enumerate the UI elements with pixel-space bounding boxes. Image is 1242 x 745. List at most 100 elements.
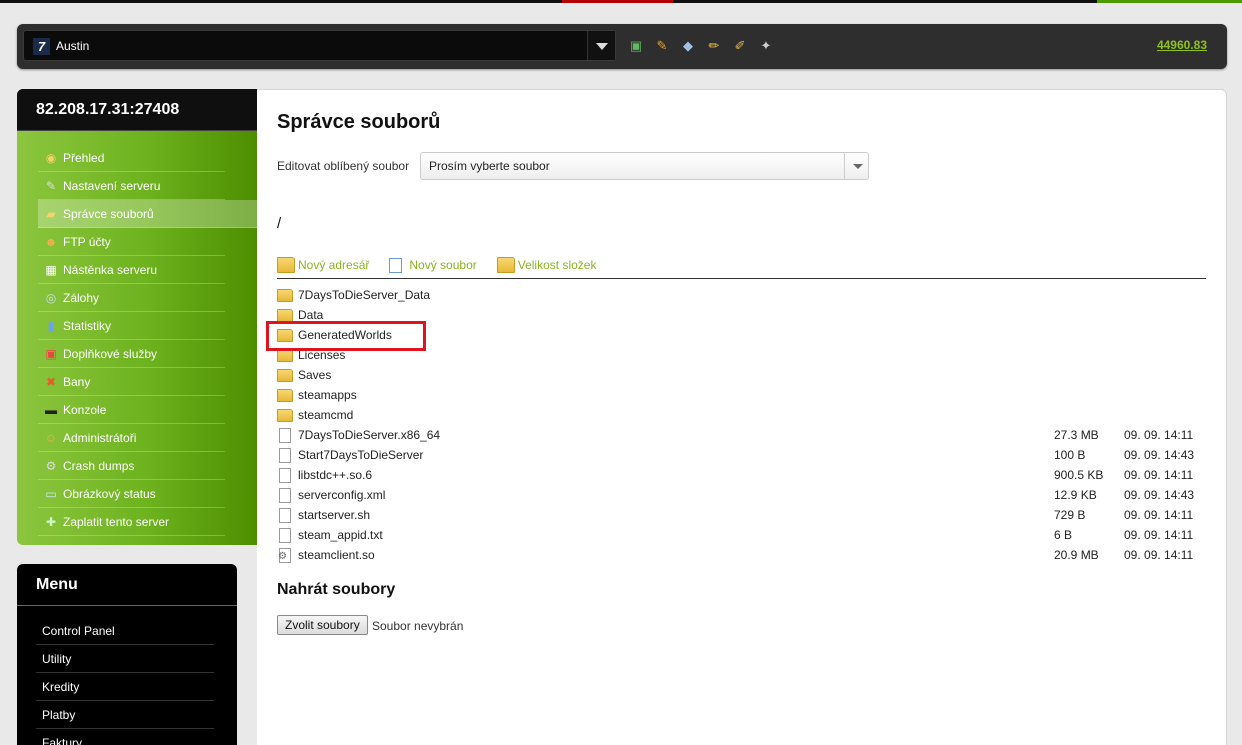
server-select[interactable]: 7 Austin <box>23 30 616 61</box>
current-path: / <box>277 215 282 232</box>
sidebar-item-spravce-souboru[interactable]: ▰ Správce souborů <box>38 200 257 228</box>
server-sidebar: 82.208.17.31:27408 ◉ Přehled ✎ Nastavení s… <box>17 89 257 545</box>
menu-item-control-panel[interactable]: Control Panel <box>36 617 214 645</box>
sidebar-item-crash-dumps[interactable]: ⚙ Crash dumps <box>38 452 225 480</box>
file-size: 20.9 MB <box>1054 548 1099 562</box>
folder-row[interactable]: steamapps <box>277 385 1206 405</box>
folder-size-icon <box>496 257 515 273</box>
file-date: 09. 09. 14:43 <box>1124 488 1195 502</box>
chevron-down-icon[interactable] <box>587 31 615 60</box>
file-row[interactable]: steam_appid.txt 6 B 09. 09. 14:11 <box>277 525 1206 545</box>
sidebar-item-nastaveni[interactable]: ✎ Nastavení serveru <box>38 172 225 200</box>
sidebar-item-konzole[interactable]: ▬ Konzole <box>38 396 225 424</box>
menu-list: Control Panel Utility Kredity Platby Fak… <box>17 617 237 745</box>
file-manager-panel: Správce souborů Editovat oblíbený soubor… <box>257 89 1227 745</box>
toolbar-icons: ▣ ✎ ◆ ✏ ✐ ✦ <box>627 37 775 55</box>
console-icon: ▬ <box>45 402 57 417</box>
credit-balance[interactable]: 44960.83 <box>1157 38 1207 52</box>
file-size: 900.5 KB <box>1054 468 1104 482</box>
file-size: 27.3 MB <box>1054 428 1099 442</box>
top-strip-green <box>1097 0 1242 3</box>
file-icon <box>279 527 291 543</box>
sidebar-item-prehled[interactable]: ◉ Přehled <box>38 144 225 172</box>
top-strip <box>0 0 1242 3</box>
new-file-icon <box>389 257 403 273</box>
sidebar-item-obrazkovy-status[interactable]: ▭ Obrázkový status <box>38 480 225 508</box>
ftp-user-icon: ☻ <box>44 234 58 249</box>
magnifier-icon: ◉ <box>45 150 57 165</box>
menu-item-platby[interactable]: Platby <box>36 701 214 729</box>
file-actions: Nový adresář Nový soubor Velikost složek <box>277 257 596 273</box>
menu-item-kredity[interactable]: Kredity <box>36 673 214 701</box>
choose-files-button[interactable]: Zvolit soubory <box>277 615 368 635</box>
ftp-icon[interactable]: ✦ <box>757 37 775 55</box>
file-icon <box>279 427 291 443</box>
disc-icon: ◎ <box>45 290 57 305</box>
file-icon <box>279 467 291 483</box>
chevron-down-icon[interactable] <box>844 153 868 179</box>
file-icon <box>279 507 291 523</box>
sidebar-item-administratori[interactable]: ☺ Administrátoři <box>38 424 225 452</box>
upload-title: Nahrát soubory <box>277 581 396 598</box>
file-row[interactable]: libstdc++.so.6 900.5 KB 09. 09. 14:11 <box>277 465 1206 485</box>
favorite-file-select[interactable]: Prosím vyberte soubor <box>420 152 869 180</box>
sidebar-item-zaplatit[interactable]: ✚ Zaplatit tento server <box>38 508 225 536</box>
favorite-file-label: Editovat oblíbený soubor <box>277 159 410 173</box>
folder-icon: ▰ <box>46 206 56 221</box>
file-size: 6 B <box>1054 528 1073 542</box>
new-folder-button[interactable]: Nový adresář <box>277 257 369 273</box>
gear-icon: ⚙ <box>45 458 57 473</box>
file-size: 729 B <box>1054 508 1086 522</box>
folder-icon <box>277 308 293 322</box>
file-row[interactable]: 7DaysToDieServer.x86_64 27.3 MB 09. 09. 14… <box>277 425 1206 445</box>
sidebar-item-zalohy[interactable]: ◎ Zálohy <box>38 284 225 312</box>
new-folder-icon <box>277 257 295 273</box>
gift-icon: ▣ <box>45 346 57 361</box>
file-date: 09. 09. 14:11 <box>1124 528 1194 542</box>
library-file-icon <box>278 547 291 563</box>
file-date: 09. 09. 14:11 <box>1124 548 1194 562</box>
add-server-icon[interactable]: ▣ <box>627 37 645 55</box>
file-row[interactable]: Start7DaysToDieServer 100 B 09. 09. 14:43 <box>277 445 1206 465</box>
menu-item-faktury[interactable]: Faktury <box>36 729 214 745</box>
upload-status: Soubor nevybrán <box>372 619 464 633</box>
sidebar-item-statistiky[interactable]: ▮ Statistiky <box>38 312 225 340</box>
divider <box>277 278 1206 279</box>
folder-icon <box>277 408 293 422</box>
file-icon <box>279 447 291 463</box>
file-row[interactable]: steamclient.so20.9 MB09. 09. 14:11 <box>277 545 1206 565</box>
tag-icon[interactable]: ◆ <box>679 37 697 55</box>
menu-item-utility[interactable]: Utility <box>36 645 214 673</box>
sidebar-item-ftp[interactable]: ☻ FTP účty <box>38 228 225 256</box>
sidebar-item-bany[interactable]: ✖ Bany <box>38 368 225 396</box>
file-row[interactable]: startserver.sh 729 B 09. 09. 14:11 <box>277 505 1206 525</box>
sidebar-item-doplnkove[interactable]: ▣ Doplňkové služby <box>38 340 225 368</box>
top-bar: 7 Austin ▣ ✎ ◆ ✏ ✐ ✦ 44960.83 <box>17 24 1227 69</box>
folder-icon <box>277 288 293 302</box>
folder-row[interactable]: 7DaysToDieServer_Data <box>277 285 1206 305</box>
chart-icon: ▮ <box>47 318 55 333</box>
folder-size-button[interactable]: Velikost složek <box>496 257 596 273</box>
edit-icon[interactable]: ✐ <box>731 37 749 55</box>
folder-icon <box>277 388 293 402</box>
page-title: Správce souborů <box>277 111 441 133</box>
folder-row[interactable]: Saves <box>277 365 1206 385</box>
menu-title: Menu <box>17 564 237 606</box>
file-date: 09. 09. 14:11 <box>1124 508 1194 522</box>
folder-icon <box>277 368 293 382</box>
image-icon: ▭ <box>45 486 57 501</box>
ban-icon: ✖ <box>45 374 57 389</box>
server-nav: ◉ Přehled ✎ Nastavení serveru ▰ Správce sou… <box>17 144 257 536</box>
admin-icon: ☺ <box>44 430 58 445</box>
file-size: 100 B <box>1054 448 1086 462</box>
new-file-button[interactable]: Nový soubor <box>389 257 477 273</box>
pencil-icon[interactable]: ✏ <box>705 37 723 55</box>
tools-icon[interactable]: ✎ <box>653 37 671 55</box>
folder-row[interactable]: steamcmd <box>277 405 1206 425</box>
server-name: Austin <box>56 39 90 53</box>
sidebar-item-nastenka[interactable]: ▦ Nástěnka serveru <box>38 256 225 284</box>
file-date: 09. 09. 14:11 <box>1124 428 1194 442</box>
file-row[interactable]: serverconfig.xml 12.9 KB 09. 09. 14:43 <box>277 485 1206 505</box>
server-ip: 82.208.17.31:27408 <box>17 89 257 131</box>
highlight-box <box>266 321 426 351</box>
